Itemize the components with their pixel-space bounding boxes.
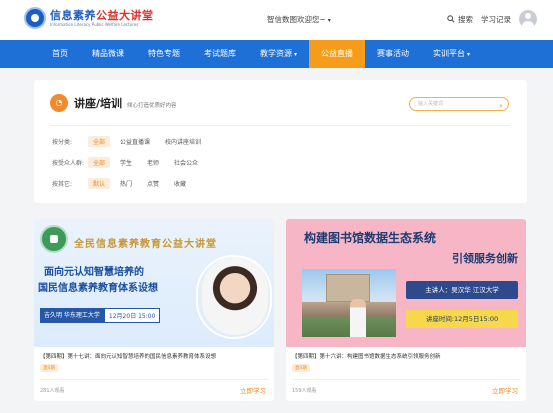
course-title[interactable]: 【第四期】第十六讲：构建图书馆数据生态系统引领服务创新: [292, 352, 522, 360]
filter-option-favorites[interactable]: 收藏: [169, 178, 191, 189]
filter-option-teachers[interactable]: 老师: [142, 157, 164, 168]
course-tag: 直S期: [292, 364, 310, 372]
speaker-name: 主讲人：吴汉华 江汉大学: [406, 281, 518, 299]
filter-option-public-live[interactable]: 公益直播课: [115, 136, 155, 147]
search-label: 搜索: [458, 14, 473, 24]
lecture-time: 讲座时间:12月5日15:00: [406, 310, 518, 328]
speaker-figure: [350, 299, 366, 337]
speaker-photo: [202, 257, 268, 335]
banner-title-line2: 国民信息素养教育体系设想: [38, 283, 158, 294]
seal-icon: [40, 225, 68, 253]
course-title[interactable]: 【第四期】第十七讲：面向元认知智慧培养的国民信息素养教育体系设想: [40, 352, 270, 360]
welcome-text: 智信数图欢迎您~: [267, 15, 326, 24]
nav-item-home[interactable]: 首页: [40, 40, 80, 68]
start-learning-button[interactable]: 立即学习: [240, 385, 266, 395]
filter-option-default[interactable]: 默认: [88, 178, 111, 189]
view-count: 159人观看: [292, 388, 317, 394]
filter-option-popular[interactable]: 热门: [115, 178, 137, 189]
nav-item-training[interactable]: 实训平台 ▾: [421, 40, 482, 68]
course-card[interactable]: 全民信息素养教育公益大讲堂 面向元认知智慧培养的 国民信息素养教育体系设想 吉久…: [34, 219, 274, 401]
main-nav: 首页 精品微课 特色专题 考试题库 教学资源 ▾ 公益直播 赛事活动 实训平台 ▾: [0, 40, 553, 68]
chevron-down-icon: ▾: [467, 51, 471, 58]
nav-item-exam-bank[interactable]: 考试题库: [192, 40, 248, 68]
search-input[interactable]: 输入关键词 ⌕: [409, 97, 509, 111]
banner-speaker: 吉久明 华东理工大学 12月20日 15:00: [40, 308, 161, 323]
logo-title: 信息素养公益大讲堂: [50, 9, 154, 22]
logo-seal-icon: [24, 7, 46, 29]
search-icon[interactable]: ⌕: [499, 100, 503, 112]
search-icon: [447, 15, 455, 23]
start-learning-button[interactable]: 立即学习: [492, 385, 518, 395]
logo-title-part1: 信息素养: [50, 8, 96, 22]
speaker-name: 吉久明 华东理工大学: [40, 308, 104, 323]
filter-label: 按其它:: [52, 181, 73, 188]
welcome-dropdown[interactable]: 智信数图欢迎您~ ▾: [267, 14, 331, 25]
site-logo[interactable]: 信息素养公益大讲堂 Information Literacy Public We…: [24, 7, 154, 29]
filter-option-students[interactable]: 学生: [115, 157, 137, 168]
chevron-down-icon: ▾: [327, 17, 331, 24]
history-link[interactable]: 学习记录: [481, 14, 511, 25]
banner-title-line2: 引领服务创新: [452, 252, 518, 265]
avatar[interactable]: [519, 10, 537, 28]
banner-title-line1: 面向元认知智慧培养的: [44, 267, 144, 278]
filter-option-campus[interactable]: 校内讲座培训: [160, 136, 206, 147]
filter-label: 按分类:: [52, 139, 73, 146]
page-title: 讲座/培训: [74, 97, 123, 110]
logo-title-part2: 公益大讲堂: [96, 8, 154, 22]
logo-subtitle: Information Literacy Public Welfare Lect…: [50, 21, 139, 27]
library-building-image: [326, 274, 370, 302]
top-header: 信息素养公益大讲堂 Information Literacy Public We…: [0, 0, 553, 40]
header-actions: 搜索 学习记录: [447, 10, 537, 28]
filter-option-public[interactable]: 社会公众: [169, 157, 203, 168]
lecture-time: 12月20日 15:00: [103, 308, 161, 323]
nav-item-micro-courses[interactable]: 精品微课: [80, 40, 136, 68]
course-tag: 直S期: [40, 364, 58, 372]
nav-item-live[interactable]: 公益直播: [309, 40, 366, 68]
chevron-down-icon: ▾: [294, 51, 298, 58]
nav-item-resources[interactable]: 教学资源 ▾: [248, 40, 309, 68]
divider: [50, 125, 510, 126]
page-subtitle: 倾心打造优质好内容: [127, 102, 177, 109]
nav-item-topics[interactable]: 特色专题: [136, 40, 192, 68]
filter-option-all[interactable]: 全部: [88, 136, 111, 147]
filter-card: ◔ 讲座/培训 倾心打造优质好内容 输入关键词 ⌕ 按分类: 全部 公益直播课 …: [34, 80, 527, 203]
course-card[interactable]: 构建图书馆数据生态系统 引领服务创新 主讲人：吴汉华 江汉大学 讲座时间:12月…: [286, 219, 526, 401]
search-placeholder: 输入关键词: [418, 101, 444, 107]
lecture-icon: ◔: [50, 94, 68, 112]
divider: [292, 379, 520, 380]
course-banner[interactable]: 构建图书馆数据生态系统 引领服务创新 主讲人：吴汉华 江汉大学 讲座时间:12月…: [286, 219, 526, 347]
filter-option-likes[interactable]: 点赞: [142, 178, 164, 189]
filter-option-all[interactable]: 全部: [88, 157, 111, 168]
nav-item-events[interactable]: 赛事活动: [365, 40, 421, 68]
filter-label: 按受众人群:: [52, 160, 85, 167]
banner-heading: 全民信息素养教育公益大讲堂: [74, 239, 217, 250]
course-banner[interactable]: 全民信息素养教育公益大讲堂 面向元认知智慧培养的 国民信息素养教育体系设想 吉久…: [34, 219, 274, 347]
divider: [40, 379, 268, 380]
view-count: 281人观看: [40, 388, 65, 394]
banner-title-line1: 构建图书馆数据生态系统: [304, 231, 437, 245]
filter-row-audience: 按受众人群: 全部 学生 老师 社会公众: [52, 157, 208, 168]
filter-row-category: 按分类: 全部 公益直播课 校内讲座培训: [52, 136, 211, 147]
filter-row-other: 按其它: 默认 热门 点赞 收藏: [52, 178, 196, 189]
search-button[interactable]: 搜索: [447, 14, 473, 25]
